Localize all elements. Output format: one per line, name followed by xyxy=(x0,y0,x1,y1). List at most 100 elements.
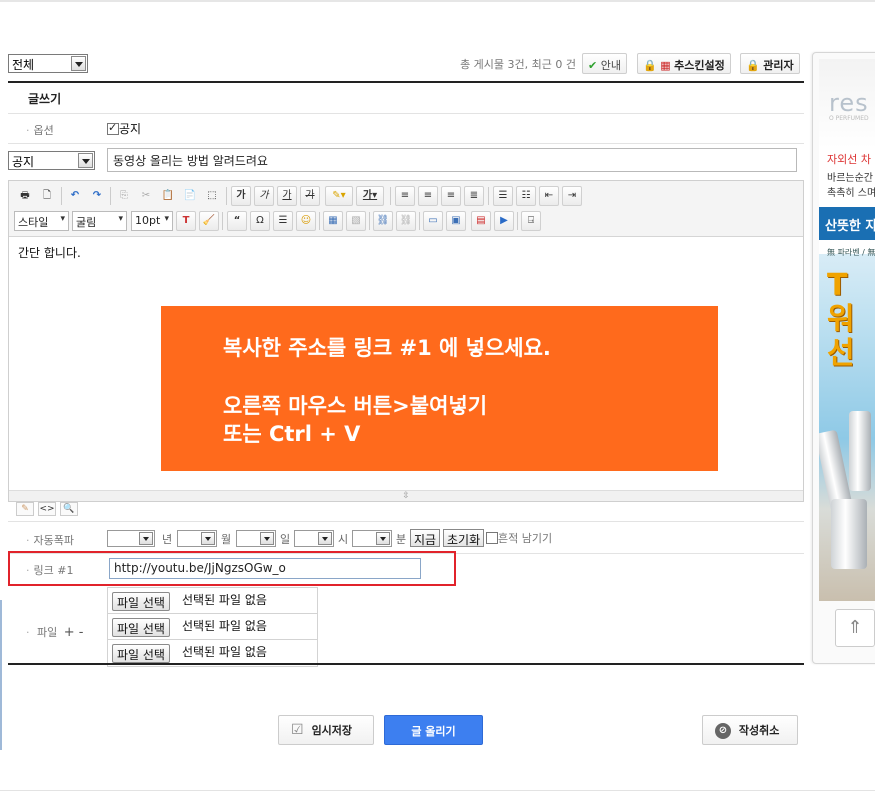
editor-toolbar: 🖶 🗋 ↶ ↷ ⎘ ✂ 📋 📄 ⬚ 가 가 가 가 ✎▾ 가▾ ≡ ≡ ≡ ≣ … xyxy=(9,181,803,237)
notice-checkbox[interactable] xyxy=(107,121,119,135)
product-can xyxy=(831,499,867,569)
format-icon[interactable]: T xyxy=(176,211,196,231)
highlight-color-icon[interactable]: ✎▾ xyxy=(325,186,353,206)
skin-settings-button[interactable]: 🔒 ▦ 추스킨설정 xyxy=(637,53,731,74)
bullet-list-icon[interactable]: ☷ xyxy=(516,186,536,206)
special-char-icon[interactable]: Ω xyxy=(250,211,270,231)
align-left-icon[interactable]: ≡ xyxy=(395,186,415,206)
now-button[interactable]: 지금 xyxy=(410,529,441,547)
flash-icon[interactable]: ▤ xyxy=(471,211,491,231)
submit-post-label: 글 올리기 xyxy=(411,725,456,738)
instruction-banner-image: 복사한 주소를 링크 #1 에 넣으세요. 오른쪽 마우스 버튼>붙여넣기 또는… xyxy=(161,306,718,471)
form-bottom-divider xyxy=(8,663,804,665)
choose-file-button[interactable]: 파일 선택 xyxy=(112,592,170,611)
post-category-value: 공지 xyxy=(12,155,35,169)
unlink-icon[interactable]: ⛓ xyxy=(396,211,416,231)
html-mode-icon[interactable]: <> xyxy=(38,502,56,516)
leave-trace-field[interactable]: 흔적 남기기 xyxy=(486,530,552,546)
indent-icon[interactable]: ⇥ xyxy=(562,186,582,206)
page-break-icon[interactable]: ⍈ xyxy=(521,211,541,231)
table-icon[interactable]: ▦ xyxy=(323,211,343,231)
product-can xyxy=(849,411,871,491)
minute-select[interactable] xyxy=(352,530,392,547)
skin-settings-label: 추스킨설정 xyxy=(674,59,725,72)
align-right-icon[interactable]: ≡ xyxy=(441,186,461,206)
copy-icon[interactable]: ⎘ xyxy=(114,186,134,206)
ad-band: 산뜻한 자 xyxy=(819,207,875,240)
chevron-down-icon xyxy=(201,532,215,545)
help-button[interactable]: ✔ 안내 xyxy=(582,53,627,74)
month-select[interactable] xyxy=(177,530,217,547)
align-justify-icon[interactable]: ≣ xyxy=(464,186,484,206)
edit-table-icon[interactable]: ▧ xyxy=(346,211,366,231)
autopost-label: 자동폭파 xyxy=(26,532,74,548)
subject-input[interactable]: 동영상 올리는 방법 알려드려요 xyxy=(107,148,797,172)
outdent-icon[interactable]: ⇤ xyxy=(539,186,559,206)
chevron-down-icon xyxy=(71,56,86,71)
new-document-icon[interactable]: 🗋 xyxy=(37,186,57,206)
editor-resize-handle[interactable]: ⇳ xyxy=(9,490,803,501)
font-select[interactable]: 굴림 xyxy=(72,211,127,231)
admin-button[interactable]: 🔒 관리자 xyxy=(740,53,800,74)
numbered-list-icon[interactable]: ☰ xyxy=(493,186,513,206)
ad-sub: O PERFUMED xyxy=(829,115,869,122)
toolbar-separator xyxy=(390,187,391,205)
hour-select[interactable] xyxy=(294,530,334,547)
year-select[interactable] xyxy=(107,530,155,547)
style-select[interactable]: 스타일 xyxy=(14,211,69,231)
font-color-icon[interactable]: 가▾ xyxy=(356,186,384,206)
paste-icon[interactable]: 📋 xyxy=(158,186,178,206)
help-button-label: 안내 xyxy=(600,59,621,72)
redo-icon[interactable]: ↷ xyxy=(87,186,107,206)
italic-icon[interactable]: 가 xyxy=(254,186,274,206)
strikethrough-icon[interactable]: 가 xyxy=(300,186,320,206)
select-all-icon[interactable]: ⬚ xyxy=(202,186,222,206)
file-add-remove-controls[interactable]: + - xyxy=(64,625,84,640)
image-icon[interactable]: ▭ xyxy=(423,211,443,231)
reset-button[interactable]: 초기화 xyxy=(443,529,485,547)
notice-checkbox-field[interactable]: 공지 xyxy=(107,120,141,137)
day-select[interactable] xyxy=(236,530,276,547)
edit-mode-icon[interactable]: ✎ xyxy=(16,502,34,516)
undo-icon[interactable]: ↶ xyxy=(65,186,85,206)
media-icon[interactable]: ▣ xyxy=(446,211,466,231)
temp-save-button[interactable]: ☑ 임시저장 xyxy=(278,715,374,745)
clear-format-icon[interactable]: 🧹 xyxy=(199,211,219,231)
advertisement-image[interactable]: res O PERFUMED 자외선 차 바르는순간 촉촉히 스며 산뜻한 자 無… xyxy=(819,59,875,601)
post-category-select[interactable]: 공지 xyxy=(8,151,95,170)
underline-icon[interactable]: 가 xyxy=(277,186,297,206)
category-filter-select[interactable]: 전체 xyxy=(8,54,88,73)
file-label-text: 파일 xyxy=(37,626,58,639)
toolbar-separator xyxy=(319,212,320,230)
cancel-write-label: 작성취소 xyxy=(738,724,780,737)
choose-file-button[interactable]: 파일 선택 xyxy=(112,644,170,663)
align-center-icon[interactable]: ≡ xyxy=(418,186,438,206)
emoticon-icon[interactable]: ☺ xyxy=(296,211,316,231)
banner-line-1: 복사한 주소를 링크 #1 에 넣으세요. xyxy=(223,336,551,360)
quote-icon[interactable]: “ xyxy=(227,211,247,231)
horizontal-rule-icon[interactable]: ☰ xyxy=(273,211,293,231)
print-icon[interactable]: 🖶 xyxy=(15,186,35,206)
option-label: 옵션 xyxy=(26,122,54,138)
cancel-write-button[interactable]: ⊘ 작성취소 xyxy=(702,715,798,745)
choose-file-button[interactable]: 파일 선택 xyxy=(112,618,170,637)
scroll-to-top-icon[interactable]: ⇑ xyxy=(835,609,875,647)
paste-text-icon[interactable]: 📄 xyxy=(180,186,200,206)
toolbar-separator xyxy=(488,187,489,205)
toolbar-separator xyxy=(222,212,223,230)
cut-icon[interactable]: ✂ xyxy=(136,186,156,206)
leave-trace-checkbox[interactable] xyxy=(486,532,498,544)
submit-post-button[interactable]: 글 올리기 xyxy=(384,715,483,745)
check-box-icon: ☑ xyxy=(291,722,304,738)
link-input[interactable]: http://youtu.be/JjNgzsOGw_o xyxy=(109,558,421,579)
size-select[interactable]: 10pt xyxy=(131,211,173,231)
bold-icon[interactable]: 가 xyxy=(231,186,251,206)
month-unit: 월 xyxy=(221,533,232,546)
play-icon[interactable]: ▶ xyxy=(494,211,514,231)
hour-unit: 시 xyxy=(338,533,349,546)
preview-mode-icon[interactable]: 🔍 xyxy=(60,502,78,516)
toolbar-separator xyxy=(61,187,62,205)
editor-content-area[interactable]: 간단 합니다. 복사한 주소를 링크 #1 에 넣으세요. 오른쪽 마우스 버튼… xyxy=(9,238,803,490)
link-icon[interactable]: ⛓ xyxy=(373,211,393,231)
ad-line-2: 촉촉히 스며 xyxy=(827,188,875,199)
